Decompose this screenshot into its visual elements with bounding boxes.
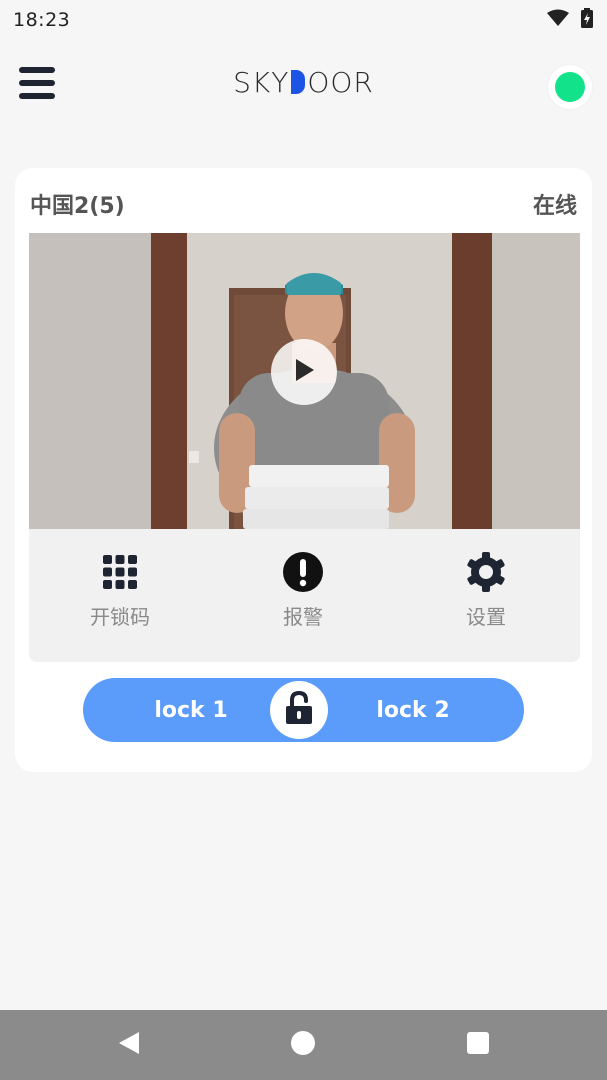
lock-2-button[interactable]: lock 2 — [338, 678, 488, 742]
device-card: 中国2(5) 在线 开锁码 报警 设置 lock 1 lock 2 — [15, 168, 592, 772]
logo-text-left: SKY — [233, 66, 290, 99]
keypad-icon — [60, 551, 180, 593]
recents-button[interactable] — [463, 1032, 493, 1058]
settings-label: 设置 — [466, 605, 506, 629]
alarm-icon — [243, 551, 363, 593]
status-bar: 18:23 — [0, 0, 607, 40]
home-button[interactable] — [288, 1030, 318, 1060]
app-logo: SKY OOR — [0, 66, 607, 99]
status-icons — [547, 8, 593, 32]
settings-button[interactable]: 设置 — [426, 551, 546, 630]
app-header: SKY OOR — [0, 52, 607, 116]
alarm-label: 报警 — [283, 605, 323, 629]
home-icon — [290, 1030, 316, 1060]
lock-control-bar: lock 1 lock 2 — [83, 678, 524, 742]
status-time: 18:23 — [13, 9, 71, 31]
online-dot-icon — [555, 72, 585, 102]
back-icon — [117, 1031, 141, 1059]
play-icon — [291, 357, 317, 387]
wifi-icon — [547, 9, 569, 31]
system-nav-bar — [0, 1010, 607, 1080]
unlock-code-label: 开锁码 — [90, 605, 150, 629]
logo-text-right: OOR — [307, 66, 374, 99]
recents-icon — [466, 1031, 490, 1059]
battery-charging-icon — [581, 8, 593, 32]
device-actions: 开锁码 报警 设置 — [29, 529, 580, 662]
device-status: 在线 — [532, 194, 577, 219]
logo-mark-icon — [291, 70, 306, 94]
unlock-icon — [284, 690, 314, 729]
video-preview[interactable] — [29, 233, 580, 529]
play-button[interactable] — [271, 339, 337, 405]
alarm-button[interactable]: 报警 — [243, 551, 363, 630]
unlock-code-button[interactable]: 开锁码 — [60, 551, 180, 630]
back-button[interactable] — [114, 1032, 144, 1058]
unlock-button[interactable] — [270, 681, 328, 739]
device-name: 中国2(5) — [30, 194, 125, 219]
connection-status-indicator[interactable] — [548, 65, 592, 109]
lock-1-button[interactable]: lock 1 — [116, 678, 266, 742]
settings-icon — [426, 551, 546, 593]
